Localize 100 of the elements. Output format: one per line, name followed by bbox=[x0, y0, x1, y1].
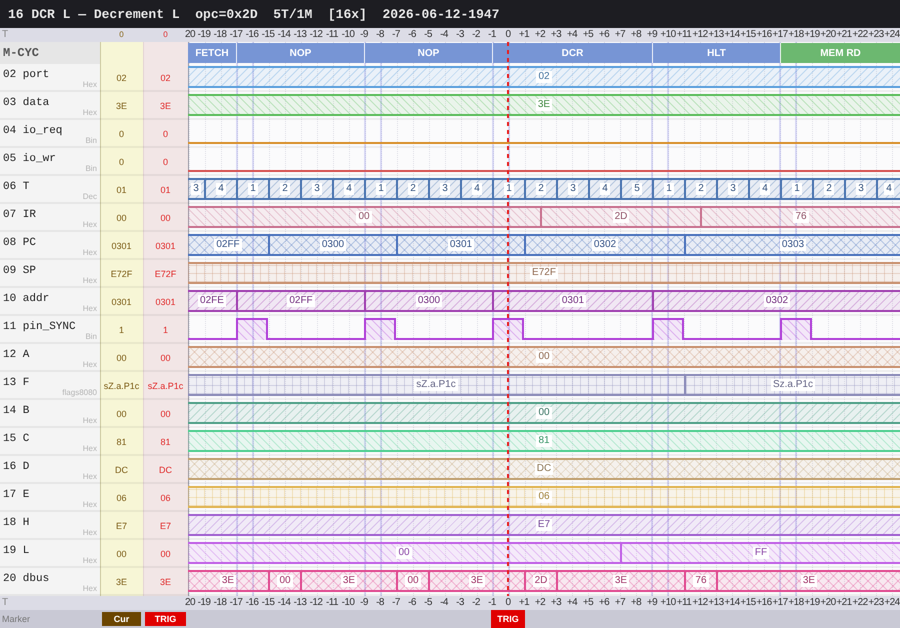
tick-label: -12 bbox=[310, 597, 322, 609]
bus-value: 4 bbox=[600, 183, 610, 195]
tick-label: +23 bbox=[868, 29, 884, 41]
bus-value: 4 bbox=[884, 183, 894, 195]
trigger-value: DC bbox=[159, 465, 172, 476]
bus-value: 4 bbox=[344, 183, 354, 195]
tick-label: +7 bbox=[614, 597, 626, 609]
bus-value: 3E bbox=[220, 575, 236, 587]
signal-name: 17 E bbox=[3, 488, 30, 502]
bus-value: 3 bbox=[568, 183, 578, 195]
axis-label: T bbox=[2, 29, 8, 41]
tick-label: -17 bbox=[230, 597, 242, 609]
tick-label: +18 bbox=[788, 597, 804, 609]
bus-value: 3 bbox=[856, 183, 866, 195]
trigger-marker-flag[interactable]: TRIG bbox=[491, 610, 525, 628]
cursor-value: 00 bbox=[116, 353, 126, 364]
axis-label: T bbox=[2, 597, 8, 609]
trigger-value: 0 bbox=[162, 157, 168, 168]
bus-value: 0300 bbox=[320, 239, 346, 251]
radix-label: Hex bbox=[82, 584, 97, 594]
cursor-value: DC bbox=[115, 465, 128, 476]
tick-label: +12 bbox=[692, 597, 708, 609]
cursor-value: E7 bbox=[116, 521, 127, 532]
bus-value: 02FF bbox=[214, 239, 242, 251]
tick-label: -9 bbox=[360, 597, 368, 609]
bus-value: 1 bbox=[376, 183, 386, 195]
tick-label: 0 bbox=[506, 597, 510, 609]
tick-label: -16 bbox=[246, 597, 258, 609]
cursor-value: sZ.a.P1c bbox=[104, 381, 140, 392]
tick-label: +3 bbox=[550, 29, 562, 41]
tick-label: +17 bbox=[772, 597, 788, 609]
bus-value: 00 bbox=[405, 575, 421, 587]
tick-label: -1 bbox=[488, 29, 496, 41]
marker-label: Marker bbox=[2, 614, 30, 624]
tick-label: -10 bbox=[342, 29, 354, 41]
tick-label: +2 bbox=[534, 597, 546, 609]
signal-name: 07 IR bbox=[3, 208, 36, 222]
trigger-value: E72F bbox=[154, 269, 176, 280]
bus-value: 00 bbox=[356, 211, 372, 223]
radix-label: Hex bbox=[82, 556, 97, 566]
tick-label: +16 bbox=[756, 597, 772, 609]
radix-label: Bin bbox=[85, 136, 97, 146]
radix-label: flags8080 bbox=[62, 388, 97, 398]
trigger-value: 00 bbox=[160, 409, 170, 420]
bus-value: 00 bbox=[277, 575, 293, 587]
tick-label: 0 bbox=[506, 29, 510, 41]
bus-value: 02 bbox=[536, 71, 552, 83]
tick-label: +6 bbox=[598, 597, 610, 609]
bus-value: FF bbox=[752, 547, 770, 559]
cursor-value: 0301 bbox=[111, 241, 132, 252]
tick-label: -8 bbox=[376, 29, 384, 41]
tick-label: +10 bbox=[660, 597, 676, 609]
cursor-marker-button[interactable]: Cur bbox=[102, 612, 141, 626]
tick-label: +1 bbox=[518, 597, 530, 609]
tick-label: -12 bbox=[310, 29, 322, 41]
tick-label: -7 bbox=[392, 29, 400, 41]
cycle-block: HLT bbox=[652, 43, 780, 63]
bus-value: 81 bbox=[536, 435, 552, 447]
cursor-value: 00 bbox=[116, 549, 126, 560]
signal-name: 03 data bbox=[3, 96, 50, 110]
bus-value: 0301 bbox=[448, 239, 474, 251]
trigger-value: 0301 bbox=[155, 297, 176, 308]
tick-label: +15 bbox=[740, 597, 756, 609]
bus-value: 3E bbox=[340, 575, 358, 587]
tick-label: -17 bbox=[230, 29, 242, 41]
bus-value: 3 bbox=[191, 183, 201, 195]
tick-label: -11 bbox=[326, 29, 338, 41]
tick-label: -14 bbox=[278, 597, 290, 609]
trigger-value: 3E bbox=[160, 101, 171, 112]
bus-value: 0302 bbox=[592, 239, 618, 251]
tick-label: -18 bbox=[214, 29, 226, 41]
bus-value: 3E bbox=[468, 575, 486, 587]
bus-value: DC bbox=[534, 463, 554, 475]
tick-label: 20 bbox=[185, 29, 195, 41]
radix-label: Hex bbox=[82, 80, 97, 90]
tick-label: -9 bbox=[360, 29, 368, 41]
cursor-value: 0 bbox=[118, 157, 124, 168]
trigger-value: 01 bbox=[160, 185, 170, 196]
tick-label: +19 bbox=[804, 597, 820, 609]
bus-value: 1 bbox=[792, 183, 802, 195]
cycle-block: MEM RD bbox=[780, 43, 900, 63]
tick-label: +23 bbox=[868, 597, 884, 609]
tick-label: -2 bbox=[472, 29, 480, 41]
radix-label: Hex bbox=[82, 528, 97, 538]
bus-value: 00 bbox=[536, 351, 552, 363]
cursor-value: 06 bbox=[116, 493, 126, 504]
cursor-value: 00 bbox=[116, 213, 126, 224]
radix-label: Hex bbox=[82, 472, 97, 482]
tick-label: +10 bbox=[660, 29, 676, 41]
tick-label: +9 bbox=[646, 29, 658, 41]
cursor-value: 81 bbox=[116, 437, 126, 448]
signal-name: 11 pin_SYNC bbox=[3, 320, 76, 334]
signal-name: 04 io_req bbox=[3, 124, 62, 138]
bus-value: 76 bbox=[793, 211, 809, 223]
tick-label: -15 bbox=[262, 29, 274, 41]
cursor-value: 1 bbox=[118, 325, 124, 336]
trigger-value: 00 bbox=[160, 353, 170, 364]
tick-label: +6 bbox=[598, 29, 610, 41]
trigger-marker-button[interactable]: TRIG bbox=[145, 612, 186, 626]
tick-label: -14 bbox=[278, 29, 290, 41]
